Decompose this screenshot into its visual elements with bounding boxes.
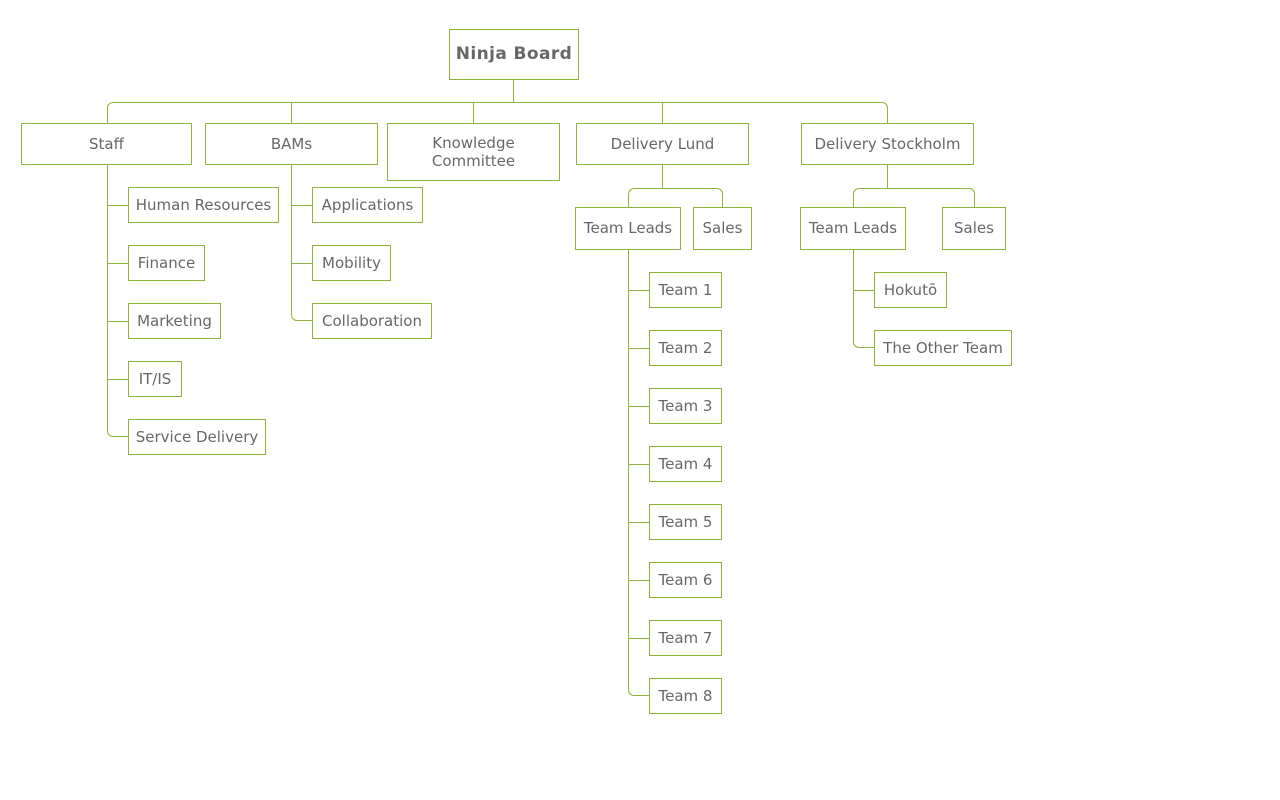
- node-marketing[interactable]: Marketing: [128, 303, 221, 339]
- connector-stockholm-bus: [853, 188, 975, 207]
- connector-lund-stem: [662, 165, 663, 188]
- node-ninja-board[interactable]: Ninja Board: [449, 29, 579, 80]
- org-chart: Ninja Board Staff BAMs Knowledge Committ…: [0, 0, 1280, 800]
- node-team-4[interactable]: Team 4: [649, 446, 722, 482]
- node-team-8[interactable]: Team 8: [649, 678, 722, 714]
- connector-lund-team-arm-5: [628, 522, 649, 523]
- connector-lund-team-arm-2: [628, 348, 649, 349]
- node-team-7[interactable]: Team 7: [649, 620, 722, 656]
- connector-level1-bus: [107, 102, 888, 123]
- connector-bams-spine: [291, 165, 312, 321]
- connector-staff-arm-1: [107, 205, 128, 206]
- connector-stockholm-team-arm-1: [853, 290, 874, 291]
- connector-staff-arm-3: [107, 321, 128, 322]
- connector-lund-team-arm-6: [628, 580, 649, 581]
- node-the-other-team[interactable]: The Other Team: [874, 330, 1012, 366]
- node-team-5[interactable]: Team 5: [649, 504, 722, 540]
- node-lund-sales[interactable]: Sales: [693, 207, 752, 250]
- connector-bams-arm-1: [291, 205, 312, 206]
- node-hokuto[interactable]: Hokutō: [874, 272, 947, 308]
- node-delivery-stockholm[interactable]: Delivery Stockholm: [801, 123, 974, 165]
- node-it-is[interactable]: IT/IS: [128, 361, 182, 397]
- node-applications[interactable]: Applications: [312, 187, 423, 223]
- node-finance[interactable]: Finance: [128, 245, 205, 281]
- node-stockholm-sales[interactable]: Sales: [942, 207, 1006, 250]
- node-staff[interactable]: Staff: [21, 123, 192, 165]
- node-collaboration[interactable]: Collaboration: [312, 303, 432, 339]
- connector-lund-team-arm-7: [628, 638, 649, 639]
- connector-bus-drop-delivery-lund: [662, 102, 663, 123]
- connector-bus-drop-knowledge: [473, 102, 474, 123]
- connector-stockholm-teams-spine: [853, 250, 874, 348]
- connector-lund-team-arm-3: [628, 406, 649, 407]
- connector-bams-arm-2: [291, 263, 312, 264]
- connector-staff-arm-2: [107, 263, 128, 264]
- node-team-6[interactable]: Team 6: [649, 562, 722, 598]
- connector-lund-team-arm-4: [628, 464, 649, 465]
- node-team-1[interactable]: Team 1: [649, 272, 722, 308]
- connector-root-stem: [513, 80, 514, 102]
- node-mobility[interactable]: Mobility: [312, 245, 391, 281]
- connector-bus-drop-bams: [291, 102, 292, 123]
- connector-lund-teams-spine: [628, 250, 649, 696]
- node-bams[interactable]: BAMs: [205, 123, 378, 165]
- node-delivery-lund[interactable]: Delivery Lund: [576, 123, 749, 165]
- node-team-3[interactable]: Team 3: [649, 388, 722, 424]
- node-knowledge-committee[interactable]: Knowledge Committee: [387, 123, 560, 181]
- connector-staff-arm-4: [107, 379, 128, 380]
- node-stockholm-team-leads[interactable]: Team Leads: [800, 207, 906, 250]
- connector-lund-bus: [628, 188, 723, 207]
- node-human-resources[interactable]: Human Resources: [128, 187, 279, 223]
- node-lund-team-leads[interactable]: Team Leads: [575, 207, 681, 250]
- node-team-2[interactable]: Team 2: [649, 330, 722, 366]
- connector-lund-team-arm-1: [628, 290, 649, 291]
- connector-stockholm-stem: [887, 165, 888, 188]
- node-service-delivery[interactable]: Service Delivery: [128, 419, 266, 455]
